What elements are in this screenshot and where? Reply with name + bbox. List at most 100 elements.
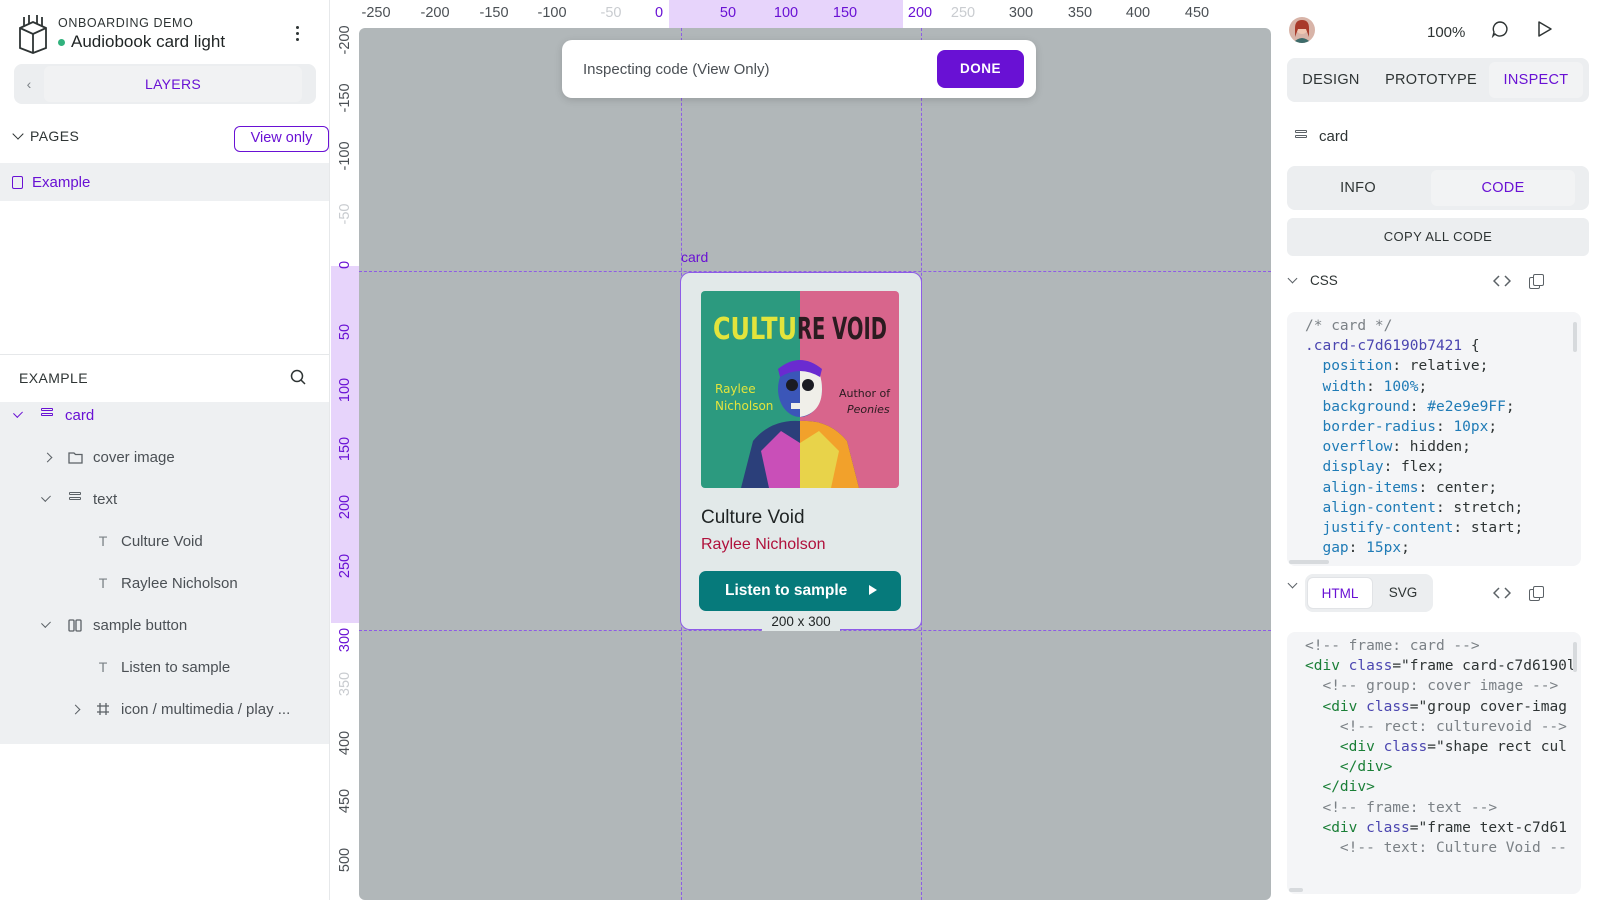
html-code-block[interactable]: <!-- frame: card --> <div class="frame c… xyxy=(1287,632,1581,894)
copy-icon[interactable] xyxy=(1529,586,1544,601)
ruler-tick-label: 300 xyxy=(1008,5,1034,21)
text-icon: T xyxy=(98,659,108,675)
inspect-mode-text: Inspecting code (View Only) xyxy=(583,60,770,78)
code-icon[interactable] xyxy=(1493,274,1511,288)
ruler-tick-label: 400 xyxy=(1125,5,1151,21)
layer-row-sample-button[interactable]: sample button xyxy=(0,604,329,646)
layer-row-raylee-nicholson[interactable]: T Raylee Nicholson xyxy=(0,562,329,604)
audiobook-card[interactable]: CULTU RE VOID Raylee Nicholson Author of… xyxy=(680,272,922,630)
cover-tagline: Author of xyxy=(839,387,891,400)
ruler-tick-label: 100 xyxy=(773,5,799,21)
copy-icon[interactable] xyxy=(1529,274,1544,289)
ruler-tick-label: 50 xyxy=(337,323,353,341)
text-icon: T xyxy=(98,575,108,591)
css-code-block[interactable]: /* card */ .card-c7d6190b7421 { position… xyxy=(1287,312,1581,566)
play-icon xyxy=(869,585,877,595)
ruler-tick-label: -250 xyxy=(361,5,391,21)
layer-tree: card cover image text T Culture Void T R… xyxy=(0,402,329,744)
more-options-icon[interactable] xyxy=(288,22,306,44)
copy-all-code-button[interactable]: COPY ALL CODE xyxy=(1287,218,1589,256)
chevron-down-icon xyxy=(1287,578,1298,589)
done-button[interactable]: DONE xyxy=(937,50,1024,88)
frame-label[interactable]: card xyxy=(681,249,708,265)
page-item-example[interactable]: Example xyxy=(0,163,329,201)
layer-row-cover-image[interactable]: cover image xyxy=(0,436,329,478)
cover-title-right: RE VOID xyxy=(797,312,887,347)
layer-row-culture-void[interactable]: T Culture Void xyxy=(0,520,329,562)
frame-icon xyxy=(95,701,111,717)
back-arrow-icon[interactable]: ‹ xyxy=(14,64,44,104)
ruler-tick-label: 150 xyxy=(832,5,858,21)
chevron-down-icon xyxy=(12,128,24,140)
ruler-tick-label: 350 xyxy=(337,671,353,697)
tab-svg[interactable]: SVG xyxy=(1375,577,1431,609)
ruler-tick-label: -200 xyxy=(337,25,353,55)
ruler-tick-label: 350 xyxy=(1067,5,1093,21)
play-prototype-icon[interactable] xyxy=(1537,20,1553,38)
code-icon[interactable] xyxy=(1493,586,1511,600)
layer-row-text[interactable]: text xyxy=(0,478,329,520)
html-tools xyxy=(1493,586,1544,601)
ruler-tick-label: -200 xyxy=(420,5,450,21)
pages-toggle[interactable]: PAGES xyxy=(12,128,79,144)
layers-sidebar: ONBOARDING DEMO Audiobook card light ‹ L… xyxy=(0,0,330,900)
team-name: ONBOARDING DEMO xyxy=(58,16,194,30)
project-icon xyxy=(19,15,47,54)
css-section-toggle[interactable]: CSS xyxy=(1287,273,1338,288)
ruler-tick-label: -100 xyxy=(337,141,353,171)
page-icon xyxy=(12,175,23,189)
tab-inspect[interactable]: INSPECT xyxy=(1489,62,1583,98)
css-section-title: CSS xyxy=(1310,273,1338,288)
search-icon[interactable] xyxy=(290,369,306,385)
tab-design[interactable]: DESIGN xyxy=(1287,62,1375,98)
design-canvas[interactable]: Inspecting code (View Only) DONE card CU… xyxy=(359,28,1271,900)
chevron-down-icon[interactable] xyxy=(41,618,51,628)
chevron-down-icon[interactable] xyxy=(41,492,51,502)
cover-title-left: CULTU xyxy=(713,312,797,347)
ruler-tick-label: -50 xyxy=(337,203,353,225)
chevron-right-icon[interactable] xyxy=(42,452,52,462)
tab-code[interactable]: CODE xyxy=(1431,170,1575,206)
html-section-toggle[interactable] xyxy=(1287,578,1300,589)
layer-label: text xyxy=(93,490,118,508)
tab-info[interactable]: INFO xyxy=(1287,170,1429,206)
tab-prototype[interactable]: PROTOTYPE xyxy=(1377,62,1485,98)
chevron-right-icon[interactable] xyxy=(70,704,80,714)
ruler-tick-label: 0 xyxy=(654,5,664,21)
size-indicator: 200 x 300 xyxy=(762,613,840,631)
layer-label: card xyxy=(65,406,95,424)
main-tabs: DESIGN PROTOTYPE INSPECT xyxy=(1287,58,1589,102)
layer-label: Raylee Nicholson xyxy=(121,574,238,592)
ruler-tick-label: 400 xyxy=(337,730,353,756)
comment-icon[interactable] xyxy=(1491,20,1509,38)
ruler-tick-label: 150 xyxy=(337,436,353,462)
page-item-label: Example xyxy=(32,173,91,191)
layer-label: Listen to sample xyxy=(121,658,231,676)
chevron-down-icon[interactable] xyxy=(13,408,23,418)
board-icon xyxy=(67,491,83,507)
layer-label: icon / multimedia / play ... xyxy=(121,700,291,718)
listen-to-sample-button[interactable]: Listen to sample xyxy=(699,571,901,611)
avatar[interactable] xyxy=(1289,17,1315,43)
layers-tab[interactable]: LAYERS xyxy=(44,66,302,102)
layer-row-card[interactable]: card xyxy=(0,394,329,436)
pages-title: PAGES xyxy=(30,128,80,144)
ruler-tick-label: -50 xyxy=(600,5,622,21)
ruler-tick-label: 100 xyxy=(337,377,353,403)
layer-row-play-icon[interactable]: icon / multimedia / play ... xyxy=(0,688,329,730)
card-title: Culture Void xyxy=(701,507,805,528)
view-only-button[interactable]: View only xyxy=(234,126,329,152)
css-tools xyxy=(1493,274,1544,289)
tab-html[interactable]: HTML xyxy=(1307,577,1373,609)
zoom-level[interactable]: 100% xyxy=(1427,24,1465,41)
selected-layer-name: card xyxy=(1319,128,1349,145)
file-name[interactable]: Audiobook card light xyxy=(58,32,225,52)
inspect-panel: 100% DESIGN PROTOTYPE INSPECT card INFO … xyxy=(1271,0,1600,900)
layer-row-listen-to-sample[interactable]: T Listen to sample xyxy=(0,646,329,688)
ruler-tick-label: 50 xyxy=(719,5,737,21)
board-icon xyxy=(39,407,55,423)
markup-tabs: HTML SVG xyxy=(1305,574,1433,612)
layer-label: Culture Void xyxy=(121,532,203,550)
status-dot xyxy=(58,38,65,46)
divider xyxy=(0,354,329,355)
